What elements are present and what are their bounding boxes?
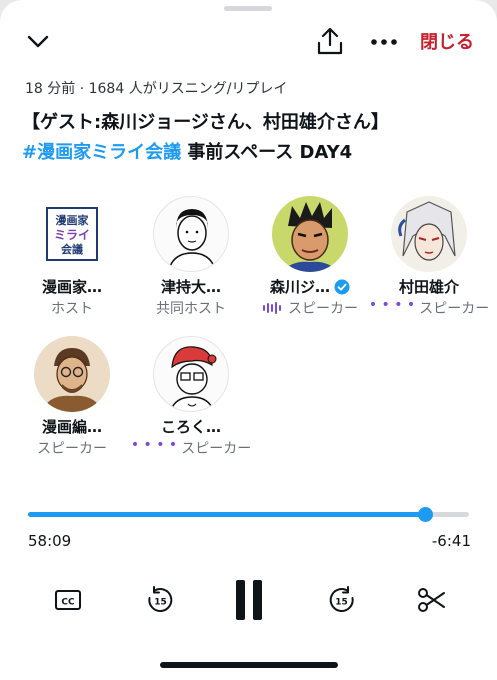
participant-role: • • • • スピーカー [131,437,251,458]
progress-fill [28,512,425,517]
captions-icon: CC [55,590,81,610]
participant-cohost[interactable]: 津持大… 共同ホスト [135,196,247,318]
share-icon[interactable] [312,22,348,60]
role-label: 共同ホスト [156,301,226,317]
svg-text:ミライ: ミライ [54,228,90,242]
participant-speaker-editor[interactable]: 漫画編… スピーカー [16,336,128,458]
role-label: ホスト [51,301,93,317]
participant-name: 津持大… [160,278,221,296]
participant-name: ころく… [160,418,221,436]
title-rest: 事前スペース DAY4 [181,142,353,163]
participant-host[interactable]: 漫画家 ミライ 会議 漫画家… ホスト [16,196,128,318]
speaking-wave-icon [263,302,281,314]
rewind-seconds: 15 [154,598,167,608]
forward-seconds: 15 [335,598,348,608]
avatar-illustration [282,202,338,272]
playback-progress-bar[interactable] [28,507,469,522]
scissors-icon [418,588,445,612]
space-sheet: 閉じる 18 分前 · 1684 人がリスニング/リプレイ 【ゲスト:森川ジョー… [0,0,497,680]
pause-button[interactable] [226,578,272,622]
role-label: スピーカー [419,301,490,317]
avatar-illustration [398,201,456,261]
title-line-1: 【ゲスト:森川ジョージさん、村田雄介さん】 [22,112,389,133]
close-button[interactable]: 閉じる [420,28,474,54]
participant-role: スピーカー [254,298,366,318]
avatar: 漫画家 ミライ 会議 [34,196,110,272]
participant-speaker-morikawa[interactable]: 森川ジ… スピーカー [254,196,366,318]
avatar [153,336,229,412]
avatar-illustration [42,348,102,412]
remaining-time: -6:41 [431,532,471,550]
avatar [34,336,110,412]
participant-name: 森川ジ… [254,276,366,297]
participant-speaker-koroku[interactable]: ころく… • • • • スピーカー [131,336,251,458]
verified-badge-icon [334,279,350,294]
speaking-dots-icon: • • • • [130,437,178,453]
participant-role: • • • • スピーカー [369,297,489,318]
forward-15-button[interactable]: 15 [322,578,362,622]
home-indicator [160,662,338,668]
participant-name: 漫画家… [41,278,102,296]
captions-button[interactable]: CC [50,578,86,622]
participant-role: ホスト [16,298,128,318]
rewind-15-icon: 15 [148,586,173,612]
svg-text:漫画家: 漫画家 [56,213,90,227]
avatar-illustration [167,209,217,271]
role-label: スピーカー [288,301,358,317]
speaking-dots-icon: • • • • [368,297,416,313]
role-label: スピーカー [37,441,107,457]
participant-speaker-murata[interactable]: 村田雄介 • • • • スピーカー [369,196,489,318]
svg-text:会議: 会議 [61,242,83,256]
avatar [272,196,348,272]
logo-manga-mirai: 漫画家 ミライ 会議 [46,207,98,261]
avatar [391,196,467,272]
space-title: 【ゲスト:森川ジョージさん、村田雄介さん】 #漫画家ミライ会議 事前スペース D… [22,108,482,168]
sheet-grabber[interactable] [224,6,272,11]
more-icon[interactable] [366,26,402,58]
pause-icon [236,580,262,620]
avatar [153,196,229,272]
avatar-illustration [169,346,217,411]
participant-name: 漫画編… [41,418,102,436]
elapsed-time: 58:09 [28,532,72,550]
clip-button[interactable] [412,578,452,622]
role-label: スピーカー [181,441,252,457]
participant-name: 村田雄介 [398,278,459,296]
progress-scrubber[interactable] [417,507,433,522]
participant-role: スピーカー [16,438,128,458]
chevron-down-icon[interactable] [22,26,54,58]
rewind-15-button[interactable]: 15 [140,578,180,622]
name-label: 森川ジ… [269,278,330,296]
hashtag-link[interactable]: #漫画家ミライ会議 [22,142,181,163]
participant-role: 共同ホスト [135,298,247,318]
forward-15-icon: 15 [329,586,354,612]
title-line-2: #漫画家ミライ会議 事前スペース DAY4 [22,138,482,168]
svg-text:CC: CC [61,598,75,608]
space-meta: 18 分前 · 1684 人がリスニング/リプレイ [25,81,288,97]
